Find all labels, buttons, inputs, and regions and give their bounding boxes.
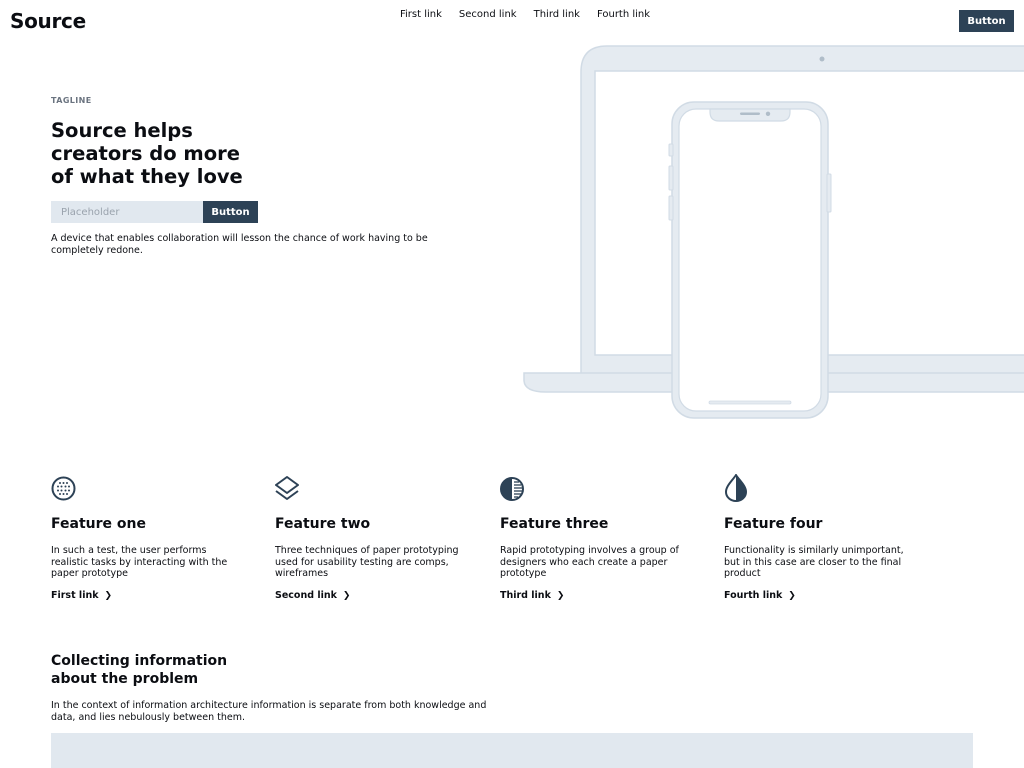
hero-submit-button[interactable]: Button: [203, 201, 258, 223]
top-nav: First link Second link Third link Fourth…: [400, 9, 667, 20]
feature-link-third[interactable]: Third link ❯: [500, 590, 564, 601]
devices-illustration: [523, 45, 1024, 419]
feature-title: Feature two: [275, 516, 371, 532]
nav-link-fourth[interactable]: Fourth link: [597, 9, 650, 20]
hero-title: Source helps creators do more of what th…: [51, 119, 243, 188]
feature-link-label: Third link: [500, 590, 551, 601]
feature-link-fourth[interactable]: Fourth link ❯: [724, 590, 796, 601]
feature-link-label: Fourth link: [724, 590, 783, 601]
half-circle-icon: [500, 477, 524, 501]
nav-link-second[interactable]: Second link: [459, 9, 517, 20]
feature-link-label: Second link: [275, 590, 337, 601]
chevron-right-icon: ❯: [788, 591, 796, 601]
chevron-right-icon: ❯: [342, 591, 351, 601]
feature-text: Rapid prototyping involves a group of de…: [500, 545, 679, 579]
hero-description: A device that enables collaboration will…: [51, 233, 428, 256]
feature-card-four: Feature four Functionality is similarly …: [724, 474, 924, 601]
chevron-right-icon: ❯: [556, 591, 565, 601]
feature-text: Functionality is similarly unimportant, …: [724, 545, 904, 579]
section-title: Collecting information about the problem: [51, 653, 228, 687]
header-button[interactable]: Button: [959, 10, 1014, 32]
feature-text: In such a test, the user performs realis…: [51, 545, 228, 579]
grid-globe-icon: [51, 476, 76, 501]
content-placeholder: [51, 733, 973, 768]
feature-card-three: Feature three Rapid prototyping involves…: [500, 474, 700, 601]
chevron-right-icon: ❯: [104, 591, 113, 601]
feature-link-second[interactable]: Second link ❯: [275, 590, 350, 601]
feature-link-label: First link: [51, 590, 99, 601]
phone-illustration: [668, 101, 832, 419]
nav-link-third[interactable]: Third link: [534, 9, 580, 20]
tagline: TAGLINE: [51, 96, 92, 105]
feature-card-one: Feature one In such a test, the user per…: [51, 474, 251, 601]
drop-icon: [724, 474, 748, 502]
section-description: In the context of information architectu…: [51, 700, 487, 723]
feature-text: Three techniques of paper prototyping us…: [275, 545, 459, 579]
nav-link-first[interactable]: First link: [400, 9, 442, 20]
logo[interactable]: Source: [10, 9, 86, 33]
layers-icon: [275, 476, 299, 500]
feature-title: Feature four: [724, 516, 823, 532]
feature-link-first[interactable]: First link ❯: [51, 590, 112, 601]
email-input[interactable]: Placeholder: [51, 201, 203, 223]
feature-card-two: Feature two Three techniques of paper pr…: [275, 474, 475, 601]
feature-title: Feature three: [500, 516, 609, 532]
feature-title: Feature one: [51, 516, 146, 532]
